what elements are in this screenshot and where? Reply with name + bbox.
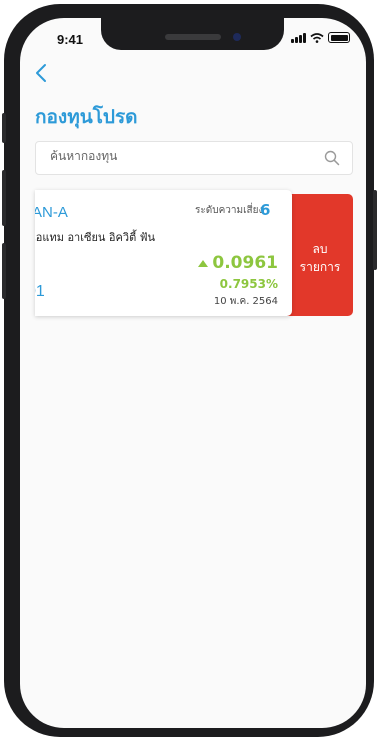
fund-code: EAN-A [35, 204, 68, 221]
risk-label: ระดับความเสี่ยง [195, 205, 264, 216]
risk-level: 6 [260, 201, 271, 219]
delete-favorite-button[interactable]: ลบ รายการ [287, 194, 353, 316]
volume-up-button [2, 170, 6, 226]
search-bar[interactable] [35, 141, 353, 175]
nav-change-percent: 0.7953% [219, 277, 278, 291]
nav-change-value: 0.0961 [212, 253, 278, 273]
fund-name: เอแทม อาเซียน อิควิตี้ ฟัน [35, 231, 156, 244]
search-icon[interactable] [324, 150, 340, 166]
delete-label-line1: ลบ [312, 242, 328, 256]
mute-switch [2, 113, 6, 143]
search-input[interactable] [50, 149, 310, 163]
notch [101, 18, 284, 50]
status-time: 9:41 [57, 32, 84, 47]
up-arrow-icon [198, 259, 209, 267]
status-icons [291, 32, 350, 43]
speaker [165, 34, 221, 40]
volume-down-button [2, 243, 6, 299]
nav-date: 10 พ.ค. 2564 [213, 296, 278, 307]
nav-change: 0.0961 [198, 253, 278, 273]
signal-icon [291, 32, 306, 43]
front-camera [233, 33, 241, 41]
power-button [373, 190, 377, 270]
fund-card[interactable]: EAN-A เอแทม อาเซียน อิควิตี้ ฟัน A ระดับ… [35, 190, 292, 316]
back-chevron-icon[interactable] [32, 62, 54, 84]
screen: 9:41 กองทุนโปรด ลบ รายการ EAN-A เอแทม อา… [20, 18, 366, 728]
nav-value: 01 [35, 283, 45, 300]
delete-label-line2: รายการ [299, 260, 341, 274]
page-title: กองทุนโปรด [35, 106, 138, 128]
battery-icon [328, 32, 350, 43]
wifi-icon [310, 32, 324, 43]
